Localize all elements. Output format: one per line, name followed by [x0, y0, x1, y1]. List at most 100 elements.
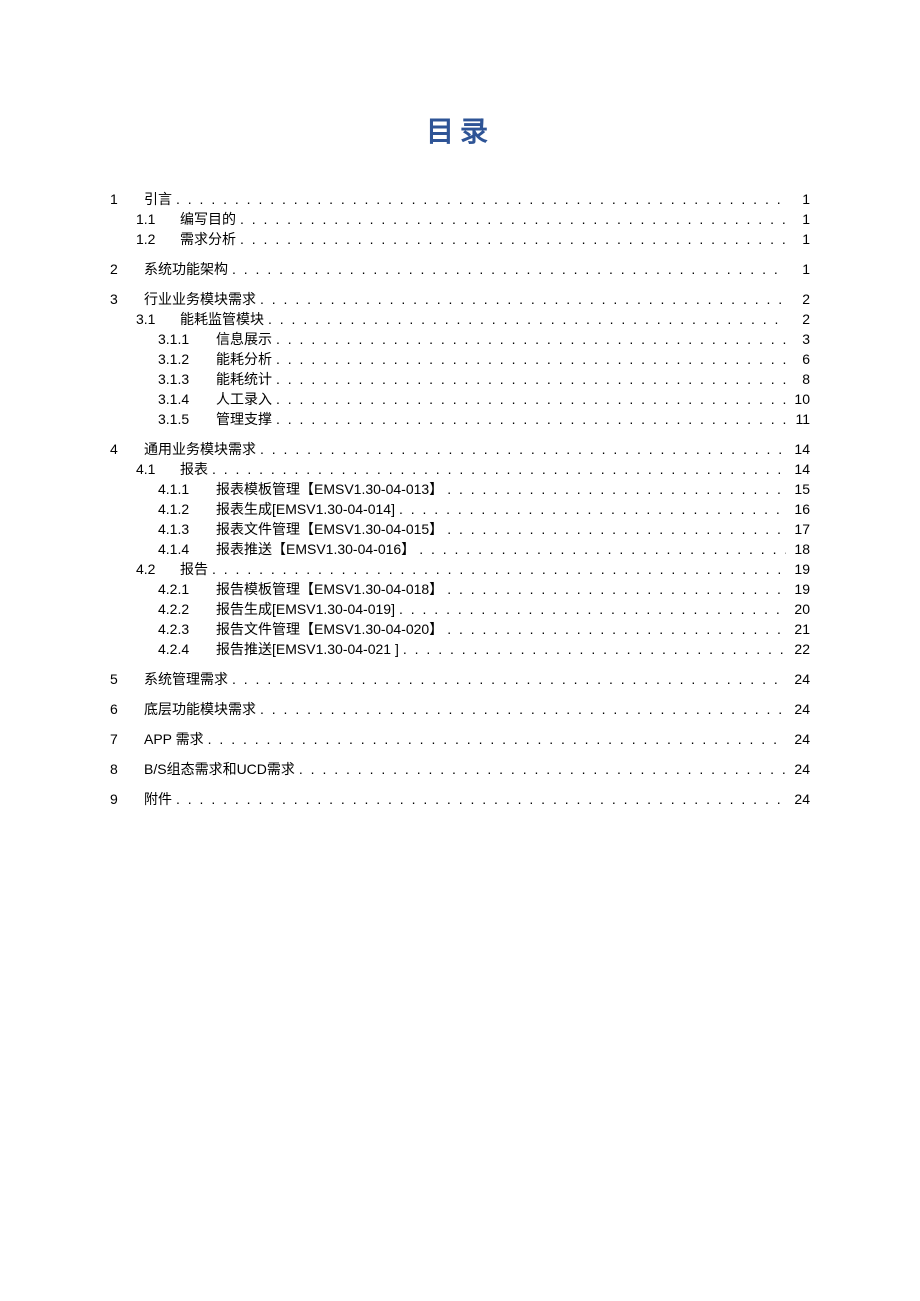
- toc-entry-label: 人工录入: [216, 392, 272, 406]
- toc-leader-dots: [295, 762, 786, 776]
- toc-entry-number: 4.1: [136, 462, 180, 476]
- toc-entry[interactable]: 4.1.4报表推送【EMSV1.30-04-016】18: [110, 542, 810, 556]
- toc-entry-label: 信息展示: [216, 332, 272, 346]
- toc-leader-dots: [256, 702, 786, 716]
- toc-entry-label: 通用业务模块需求: [144, 442, 256, 456]
- toc-entry[interactable]: 5系统管理需求24: [110, 672, 810, 686]
- toc-entry-page: 3: [786, 332, 810, 346]
- toc-entry-number: 4.1.1: [158, 482, 216, 496]
- toc-entry-number: 2: [110, 262, 144, 276]
- toc-entry[interactable]: 7APP 需求24: [110, 732, 810, 746]
- toc-entry[interactable]: 4通用业务模块需求 14: [110, 442, 810, 456]
- toc-entry[interactable]: 3.1.5管理支撑11: [110, 412, 810, 426]
- toc-leader-dots: [443, 582, 786, 596]
- toc-entry-page: 15: [786, 482, 810, 496]
- toc-entry-number: 4.1.3: [158, 522, 216, 536]
- toc-leader-dots: [172, 192, 786, 206]
- toc-leader-dots: [236, 232, 786, 246]
- toc-entry-label: 需求分析: [180, 232, 236, 246]
- toc-entry-number: 3: [110, 292, 144, 306]
- toc-leader-dots: [395, 502, 786, 516]
- toc-entry-label: 报告文件管理【EMSV1.30-04-020】: [216, 622, 443, 636]
- toc-entry-page: 10: [786, 392, 810, 406]
- toc-entry-number: 4.1.2: [158, 502, 216, 516]
- toc-entry[interactable]: 3.1.1信息展示 3: [110, 332, 810, 346]
- toc-entry-label: 附件: [144, 792, 172, 806]
- toc-entry-page: 2: [786, 312, 810, 326]
- toc-entry[interactable]: 1.1编写目的1: [110, 212, 810, 226]
- toc-entry-number: 1: [110, 192, 144, 206]
- toc-leader-dots: [272, 372, 786, 386]
- toc-entry-label: B/S组态需求和UCD需求: [144, 762, 295, 776]
- toc-entry-label: 能耗分析: [216, 352, 272, 366]
- toc-entry-page: 1: [786, 192, 810, 206]
- toc-entry-number: 4.2.1: [158, 582, 216, 596]
- toc-entry[interactable]: 4.2.3报告文件管理【EMSV1.30-04-020】21: [110, 622, 810, 636]
- toc-entry[interactable]: 4.2.2报告生成[EMSV1.30-04-019]20: [110, 602, 810, 616]
- document-page: 目录 1引言11.1编写目的11.2需求分析12系统功能架构13行业业务模块需求…: [0, 0, 920, 1301]
- toc-entry[interactable]: 3行业业务模块需求2: [110, 292, 810, 306]
- toc-entry-page: 1: [786, 262, 810, 276]
- toc-entry[interactable]: 8B/S组态需求和UCD需求24: [110, 762, 810, 776]
- toc-entry-page: 14: [786, 442, 810, 456]
- toc-entry-label: 编写目的: [180, 212, 236, 226]
- toc-entry-page: 11: [786, 412, 810, 426]
- toc-entry[interactable]: 3.1.2能耗分析6: [110, 352, 810, 366]
- toc-entry-page: 20: [786, 602, 810, 616]
- toc-entry-label: 系统管理需求: [144, 672, 228, 686]
- toc-leader-dots: [256, 442, 786, 456]
- toc-leader-dots: [395, 602, 786, 616]
- toc-entry-number: 8: [110, 762, 144, 776]
- toc-entry[interactable]: 3.1能耗监管模块2: [110, 312, 810, 326]
- toc-entry[interactable]: 4.1报表 14: [110, 462, 810, 476]
- toc-leader-dots: [272, 392, 786, 406]
- toc-entry[interactable]: 3.1.4人工录入 10: [110, 392, 810, 406]
- toc-entry-page: 14: [786, 462, 810, 476]
- toc-entry-label: 报表: [180, 462, 208, 476]
- toc-leader-dots: [443, 522, 786, 536]
- toc-entry[interactable]: 4.2.1报告模板管理【EMSV1.30-04-018】19: [110, 582, 810, 596]
- toc-entry-label: 引言: [144, 192, 172, 206]
- toc-leader-dots: [256, 292, 786, 306]
- toc-entry-number: 7: [110, 732, 144, 746]
- toc-entry-number: 3.1.4: [158, 392, 216, 406]
- toc-entry-number: 4.2: [136, 562, 180, 576]
- toc-entry[interactable]: 3.1.3能耗统计8: [110, 372, 810, 386]
- toc-entry-label: 报告: [180, 562, 208, 576]
- toc-entry-label: 行业业务模块需求: [144, 292, 256, 306]
- toc-leader-dots: [272, 352, 786, 366]
- toc-entry-page: 18: [786, 542, 810, 556]
- toc-entry-number: 3.1.2: [158, 352, 216, 366]
- toc-entry[interactable]: 9附件24: [110, 792, 810, 806]
- toc-leader-dots: [228, 262, 786, 276]
- toc-entry[interactable]: 4.2报告19: [110, 562, 810, 576]
- toc-leader-dots: [236, 212, 786, 226]
- toc-leader-dots: [208, 562, 786, 576]
- toc-entry-number: 4: [110, 442, 144, 456]
- toc-entry-number: 6: [110, 702, 144, 716]
- toc-entry[interactable]: 1.2需求分析1: [110, 232, 810, 246]
- toc-leader-dots: [272, 412, 786, 426]
- toc-entry-page: 8: [786, 372, 810, 386]
- toc-entry-page: 24: [786, 732, 810, 746]
- toc-entry[interactable]: 4.1.1报表模板管理【EMSV1.30-04-013】15: [110, 482, 810, 496]
- toc-entry-page: 16: [786, 502, 810, 516]
- toc-entry-page: 24: [786, 702, 810, 716]
- toc-entry[interactable]: 4.1.2报表生成[EMSV1.30-04-014]16: [110, 502, 810, 516]
- toc-entry[interactable]: 4.1.3报表文件管理【EMSV1.30-04-015】17: [110, 522, 810, 536]
- toc-entry-label: 系统功能架构: [144, 262, 228, 276]
- toc-entry-page: 22: [786, 642, 810, 656]
- toc-entry-label: 报告模板管理【EMSV1.30-04-018】: [216, 582, 443, 596]
- toc-leader-dots: [415, 542, 786, 556]
- toc-entry[interactable]: 2系统功能架构 1: [110, 262, 810, 276]
- toc-entry-label: 报告生成[EMSV1.30-04-019]: [216, 602, 395, 616]
- toc-entry[interactable]: 4.2.4报告推送[EMSV1.30-04-021 ]22: [110, 642, 810, 656]
- toc-entry[interactable]: 6底层功能模块需求24: [110, 702, 810, 716]
- toc-leader-dots: [399, 642, 786, 656]
- toc-title: 目录: [110, 110, 810, 150]
- toc-entry-page: 24: [786, 792, 810, 806]
- toc-entry-number: 3.1.1: [158, 332, 216, 346]
- toc-entry[interactable]: 1引言1: [110, 192, 810, 206]
- toc-entry-number: 1.2: [136, 232, 180, 246]
- toc-entry-label: 报表文件管理【EMSV1.30-04-015】: [216, 522, 443, 536]
